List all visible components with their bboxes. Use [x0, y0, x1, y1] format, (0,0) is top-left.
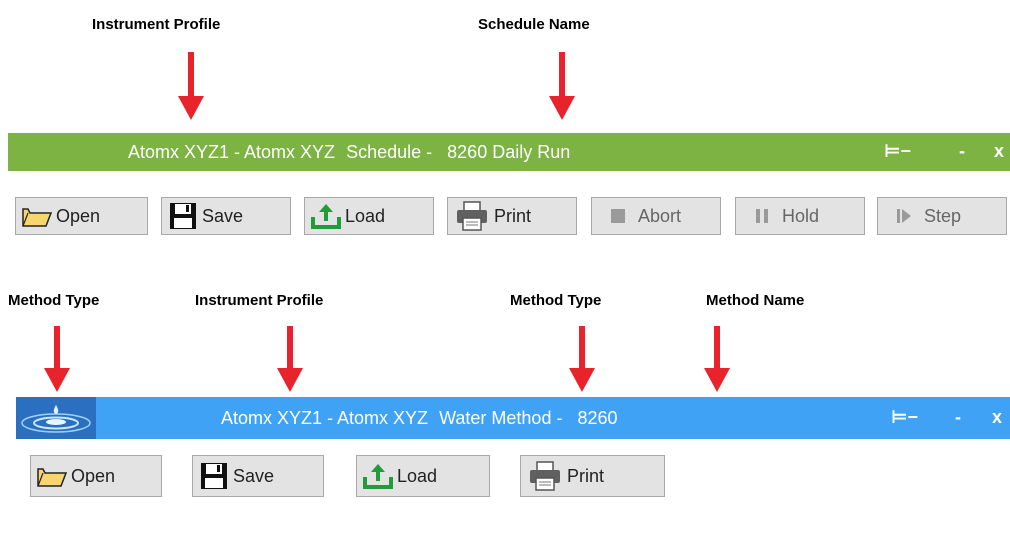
callout-method-name: Method Name	[706, 292, 805, 309]
schedule-titlebar: Atomx XYZ1 - Atomx XYZ Schedule - 8260 D…	[8, 133, 1010, 171]
arrow-method-type	[569, 326, 595, 392]
save-button[interactable]: Save	[161, 197, 291, 235]
callout-instrument-profile: Instrument Profile	[92, 16, 221, 33]
method-window-title: Atomx XYZ1 - Atomx XYZ Water Method - 82…	[221, 408, 624, 429]
hold-label: Hold	[782, 205, 820, 226]
schedule-window-title: Atomx XYZ1 - Atomx XYZ Schedule - 8260 D…	[128, 142, 576, 163]
print-button[interactable]: Print	[447, 197, 577, 235]
close-button-2[interactable]: x	[992, 407, 1002, 428]
callout-instrument-profile-2: Instrument Profile	[195, 292, 324, 309]
open-button-2[interactable]: Open	[30, 455, 162, 497]
window-section-text: Schedule -	[346, 142, 433, 162]
print-label: Print	[494, 205, 532, 226]
open-button[interactable]: Open	[15, 197, 148, 235]
arrow-instrument-profile	[178, 52, 204, 120]
pin-icon[interactable]: ⊨−	[884, 141, 911, 162]
load-label-2: Load	[397, 465, 438, 486]
pin-icon-2[interactable]: ⊨−	[891, 407, 918, 428]
abort-label: Abort	[638, 205, 682, 226]
print-button-2[interactable]: Print	[520, 455, 665, 497]
minimize-button-2[interactable]: -	[955, 407, 961, 428]
water-drop-icon	[16, 397, 96, 439]
folder-icon	[22, 202, 52, 230]
method-name-text: 8260	[577, 408, 618, 428]
printer-icon	[454, 201, 490, 231]
instrument-profile-text-2: Atomx XYZ1 - Atomx XYZ	[221, 408, 429, 428]
upload-icon-2	[363, 462, 393, 490]
open-label: Open	[56, 205, 101, 226]
floppy-disk-icon-2	[199, 462, 229, 490]
hold-button[interactable]: Hold	[735, 197, 865, 235]
callout-method-type-icon: Method Type	[8, 292, 100, 309]
step-button[interactable]: Step	[877, 197, 1007, 235]
pause-icon	[754, 202, 770, 230]
schedule-name-text: 8260 Daily Run	[447, 142, 571, 162]
method-titlebar: Atomx XYZ1 - Atomx XYZ Water Method - 82…	[16, 397, 1010, 439]
upload-icon	[311, 202, 341, 230]
printer-icon-2	[527, 461, 563, 491]
folder-icon-2	[37, 462, 67, 490]
step-icon	[896, 202, 912, 230]
save-button-2[interactable]: Save	[192, 455, 324, 497]
arrow-schedule-name	[549, 52, 575, 120]
print-label-2: Print	[567, 465, 605, 486]
minimize-button[interactable]: -	[959, 141, 965, 162]
load-button-2[interactable]: Load	[356, 455, 490, 497]
stop-icon	[610, 202, 626, 230]
close-button[interactable]: x	[994, 141, 1004, 162]
open-label-2: Open	[71, 465, 116, 486]
abort-button[interactable]: Abort	[591, 197, 721, 235]
save-label-2: Save	[233, 465, 275, 486]
callout-schedule-name: Schedule Name	[478, 16, 590, 33]
step-label: Step	[924, 205, 962, 226]
load-button[interactable]: Load	[304, 197, 434, 235]
instrument-profile-text: Atomx XYZ1 - Atomx XYZ	[128, 142, 336, 162]
save-label: Save	[202, 205, 244, 226]
method-type-text: Water Method -	[439, 408, 563, 428]
load-label: Load	[345, 205, 386, 226]
callout-method-type: Method Type	[510, 292, 602, 309]
arrow-method-name	[704, 326, 730, 392]
arrow-method-type-icon	[44, 326, 70, 392]
arrow-instrument-profile-2	[277, 326, 303, 392]
floppy-disk-icon	[168, 202, 198, 230]
